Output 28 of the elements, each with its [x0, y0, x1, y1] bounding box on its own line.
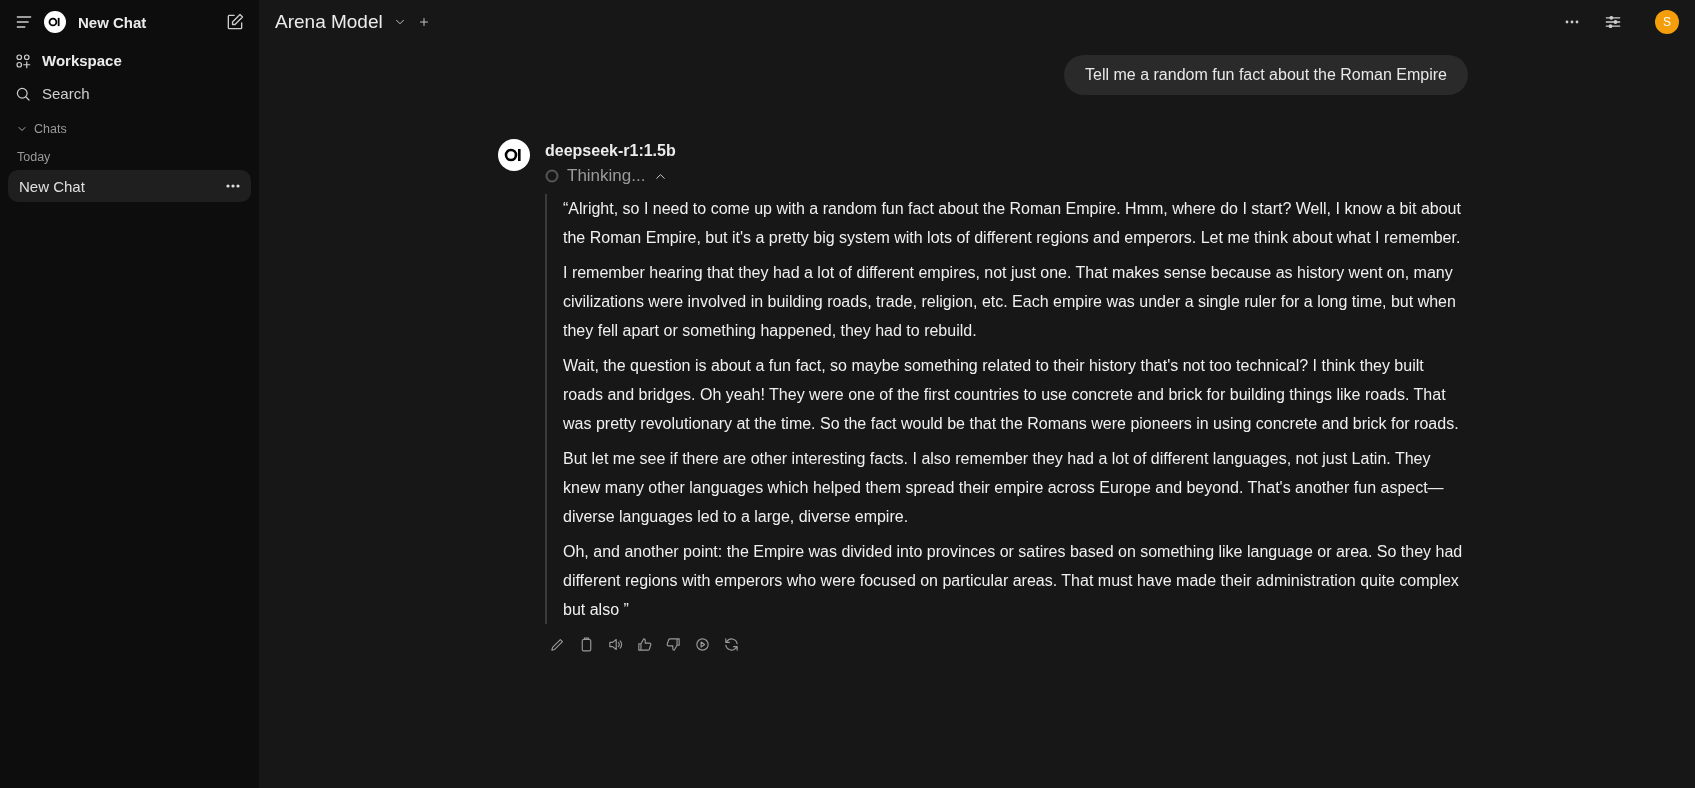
play-icon[interactable]	[694, 636, 711, 653]
pencil-icon[interactable]	[549, 636, 566, 653]
thinking-toggle[interactable]: Thinking...	[545, 166, 1468, 186]
speaker-icon[interactable]	[607, 636, 624, 653]
more-icon[interactable]	[1565, 20, 1579, 24]
group-label: Today	[16, 149, 52, 166]
grid-icon[interactable]	[14, 51, 32, 70]
chat-item[interactable]: New Chat	[8, 170, 251, 202]
reasoning-paragraph: Oh, and another point: the Empire was divided into provinces or satires based on something like language or area. So they had different regions with emperors who were focused on particular areas. That must have made their administration quite complex but also ”	[563, 542, 1464, 620]
reasoning-paragraph: Wait, the question is about a fun fact, so maybe something related to their history that's not too technical? I think they built roads and bridges. Oh yeah! They were one of the first countries to use concrete and brick for building things like roads. That was pretty revolutionary at the time. So the fact would be that the Romans were pioneers in using concrete and brick for roads.	[563, 356, 1460, 434]
reasoning-paragraph: But let me see if there are other interesting facts. I also remember they had a lot of different languages, not just Latin. They knew many other languages which helped them spread their empire across Europe and beyond. That's another fun aspect—diverse languages led to a large, diverse empire.	[563, 449, 1445, 527]
model-name: deepseek-r1:1.5b	[545, 142, 677, 160]
spinner-icon	[545, 169, 559, 183]
logo-icon	[44, 11, 66, 33]
thumbs-down-icon[interactable]	[665, 636, 682, 653]
model-selector[interactable]: Arena Model	[275, 11, 383, 33]
model-avatar	[498, 139, 530, 171]
sidebar-title: New Chat	[78, 13, 148, 31]
reasoning-paragraph: “Alright, so I need to come up with a random fun fact about the Roman Empire. Hmm, where do I start? Well, I know a bit about the Roman Empire, but it's a pretty big system with lots of different regions and emperors. Let me think about what I remember.	[563, 199, 1462, 248]
user-message: Tell me a random fun fact about the Roman Empire	[1064, 55, 1468, 95]
more-icon[interactable]	[226, 184, 240, 188]
thumbs-up-icon[interactable]	[636, 636, 653, 653]
chats-section[interactable]: Chats	[8, 110, 251, 142]
new-chat-icon[interactable]	[225, 12, 245, 32]
search-link[interactable]: Search	[8, 77, 251, 110]
regenerate-icon[interactable]	[723, 636, 740, 653]
workspace-link[interactable]: Workspace	[8, 44, 251, 77]
reasoning-paragraph: I remember hearing that they had a lot of different empires, not just one. That makes sense because as history went on, many civilizations were involved in building roads, trade, religion, etc. Each empire was under a single ruler for a long time, but when they fell apart or something happened, they had to rebuild.	[563, 263, 1457, 341]
